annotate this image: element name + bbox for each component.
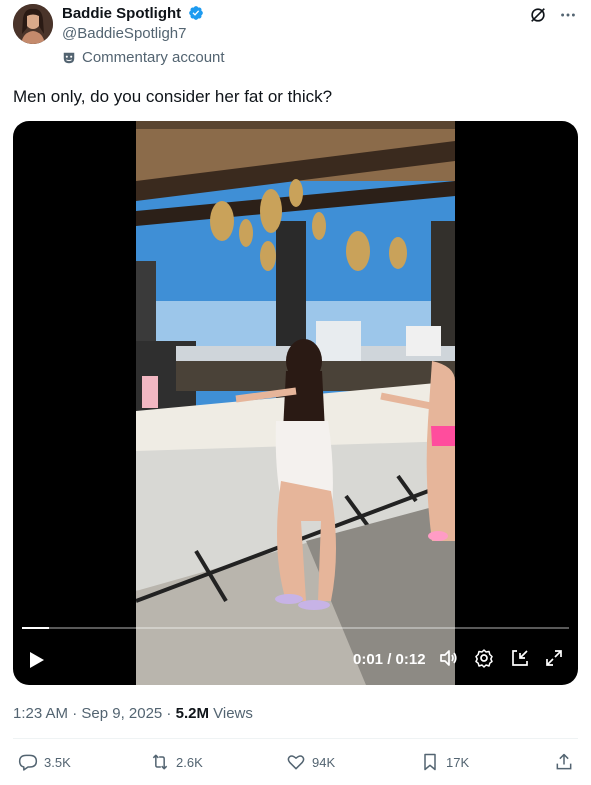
video-frame[interactable] [136, 121, 455, 685]
repost-icon [152, 754, 168, 770]
play-icon [30, 652, 44, 668]
reply-icon [18, 754, 38, 771]
volume-button[interactable] [437, 647, 459, 669]
expand-icon [546, 650, 562, 666]
tweet-meta: 1:23 AM · Sep 9, 2025 · 5.2M Views [13, 705, 253, 722]
commentary-mask-icon [63, 52, 75, 63]
video-controls: 0:01 / 0:12 [13, 625, 578, 685]
picture-in-picture-button[interactable] [509, 647, 531, 669]
more-options-icon[interactable] [559, 6, 577, 24]
views-count: 5.2M [175, 705, 209, 722]
like-count: 94K [312, 754, 336, 770]
video-time: 0:01 / 0:12 [353, 651, 426, 668]
account-label-text: Commentary account [82, 49, 225, 66]
video-progress-fill [22, 627, 50, 629]
verified-badge-icon [189, 6, 204, 20]
author-handle[interactable]: @BaddieSpotligh7 [62, 25, 186, 42]
author-avatar[interactable] [13, 4, 53, 44]
share-icon [556, 753, 572, 770]
play-button[interactable] [25, 649, 47, 671]
gear-icon [475, 649, 493, 668]
author-display-name[interactable]: Baddie Spotlight [62, 5, 181, 22]
pip-icon [512, 650, 528, 666]
volume-icon [440, 650, 457, 666]
action-bar: 3.5K 2.6K 94K 17K [0, 752, 591, 776]
video-player[interactable]: 0:01 / 0:12 [13, 121, 578, 685]
tweet-text: Men only, do you consider her fat or thi… [13, 87, 333, 106]
divider [13, 738, 578, 739]
settings-button[interactable] [473, 647, 495, 669]
bookmark-button[interactable]: 17K [420, 752, 469, 772]
bookmark-icon [424, 753, 436, 771]
grok-icon[interactable] [529, 6, 547, 24]
reply-count: 3.5K [44, 754, 71, 770]
repost-count: 2.6K [176, 754, 203, 770]
like-button[interactable]: 94K [286, 752, 335, 772]
account-label: Commentary account [62, 49, 225, 66]
video-progress-bar[interactable] [22, 627, 569, 629]
bookmark-count: 17K [446, 754, 470, 770]
views-label: Views [208, 705, 253, 722]
fullscreen-button[interactable] [543, 647, 565, 669]
heart-icon [287, 755, 305, 770]
reply-button[interactable]: 3.5K [18, 752, 71, 772]
tweet-timestamp[interactable]: 1:23 AM · Sep 9, 2025 · [13, 705, 176, 722]
share-button[interactable] [554, 752, 574, 772]
repost-button[interactable]: 2.6K [150, 752, 203, 772]
author-name[interactable]: Baddie Spotlight [62, 5, 204, 22]
